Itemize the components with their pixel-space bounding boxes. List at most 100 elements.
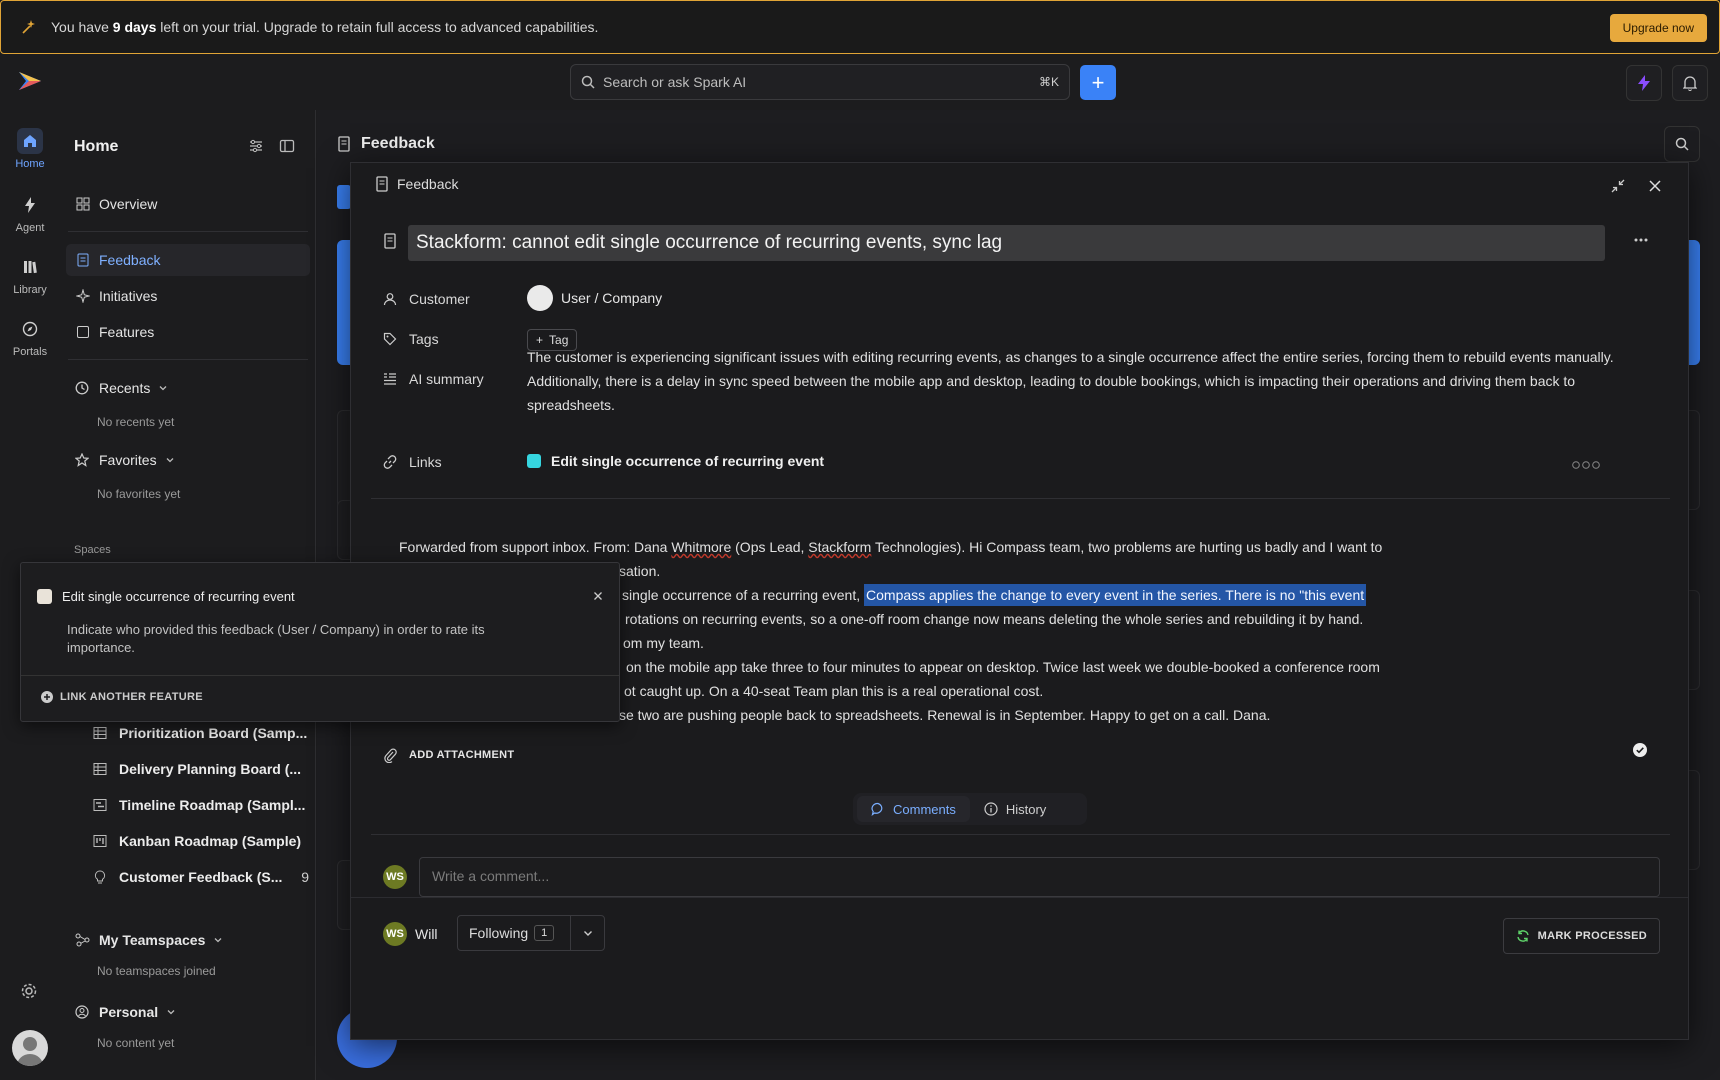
lightning-icon — [1638, 75, 1650, 91]
space-item[interactable]: Delivery Planning Board (... — [93, 756, 313, 782]
main-search-button[interactable] — [1664, 126, 1700, 162]
bolt-icon — [17, 192, 43, 218]
link-status-icon[interactable] — [1572, 460, 1602, 470]
app-logo[interactable] — [17, 70, 43, 92]
sidebar-item-feedback[interactable]: Feedback — [66, 244, 310, 276]
tags-label: Tags — [383, 331, 439, 347]
rail-library[interactable]: Library — [0, 254, 60, 296]
linked-feature-popover: Edit single occurrence of recurring even… — [20, 562, 620, 722]
tab-comments[interactable]: Comments — [857, 796, 970, 822]
check-circle-icon[interactable] — [1633, 743, 1647, 757]
comment-icon — [871, 802, 885, 816]
grid-icon — [75, 197, 91, 211]
space-item[interactable]: Customer Feedback (S... 9 — [93, 864, 313, 890]
plus-circle-icon — [41, 691, 53, 703]
mark-processed-button[interactable]: MARK PROCESSED — [1502, 918, 1660, 954]
following-button[interactable]: Following 1 — [457, 915, 605, 951]
feedback-body-line: sation. — [619, 563, 661, 579]
close-icon[interactable] — [1648, 179, 1662, 193]
bulb-icon — [93, 870, 109, 884]
favorites-empty: No favorites yet — [97, 487, 181, 501]
space-item[interactable]: Kanban Roadmap (Sample) — [93, 828, 313, 854]
library-icon — [17, 254, 43, 280]
sidebar-item-features[interactable]: Features — [66, 316, 310, 348]
clock-icon — [75, 381, 91, 395]
popover-description: Indicate who provided this feedback (Use… — [67, 622, 485, 655]
home-icon — [17, 128, 43, 154]
filter-icon[interactable] — [248, 138, 264, 154]
popover-title: Edit single occurrence of recurring even… — [37, 589, 295, 604]
document-icon — [337, 136, 351, 152]
bell-icon — [1683, 76, 1697, 91]
rail-home[interactable]: Home — [0, 128, 60, 170]
list-icon — [383, 372, 399, 386]
customer-avatar — [527, 285, 553, 311]
paperclip-icon — [383, 747, 397, 763]
sparkle-icon — [21, 19, 37, 35]
minimize-icon[interactable] — [1611, 179, 1625, 193]
link-another-feature-button[interactable]: LINK ANOTHER FEATURE — [41, 691, 203, 703]
search-shortcut: ⌘K — [1038, 75, 1059, 89]
square-icon — [75, 325, 91, 339]
tab-history[interactable]: History — [970, 796, 1060, 822]
feedback-body-line: ot caught up. On a 40-seat Team plan thi… — [624, 683, 1044, 699]
document-icon — [75, 253, 91, 267]
settings-icon[interactable] — [20, 982, 38, 1000]
table-icon — [93, 726, 109, 740]
document-icon — [383, 233, 397, 249]
sidebar-item-overview[interactable]: Overview — [66, 188, 310, 220]
upgrade-now-button[interactable]: Upgrade now — [1609, 14, 1707, 42]
search-input[interactable]: Search or ask Spark AI ⌘K — [570, 64, 1070, 100]
spaces-label: Spaces — [74, 544, 111, 556]
user-avatar[interactable] — [12, 1030, 48, 1066]
teamspaces-section[interactable]: My Teamspaces — [75, 932, 223, 948]
personal-empty: No content yet — [97, 1036, 175, 1050]
modal-header: Feedback — [375, 176, 458, 192]
recents-section[interactable]: Recents — [75, 380, 168, 396]
customer-select[interactable]: User / Company — [527, 285, 662, 311]
teamspaces-icon — [75, 933, 91, 947]
chevron-down-icon — [213, 935, 223, 945]
table-icon — [93, 762, 109, 776]
trial-banner: You have 9 days left on your trial. Upgr… — [0, 0, 1720, 54]
divider — [371, 834, 1670, 835]
feedback-body-line: rotations on recurring events, so a one-… — [625, 611, 1364, 627]
close-icon[interactable] — [593, 591, 603, 601]
feedback-title-input[interactable]: Stackform: cannot edit single occurrence… — [408, 225, 1605, 261]
create-button[interactable]: + — [1080, 65, 1116, 100]
sidebar-title: Home — [74, 138, 119, 155]
favorites-section[interactable]: Favorites — [75, 452, 175, 468]
more-options-icon[interactable] — [1633, 237, 1649, 243]
chevron-down-icon — [166, 1007, 176, 1017]
feature-color-icon — [527, 454, 541, 468]
comment-input[interactable]: Write a comment... — [419, 857, 1660, 897]
feature-checkbox-icon — [37, 589, 52, 604]
notifications-button[interactable] — [1672, 65, 1708, 101]
ai-summary-text: The customer is experiencing significant… — [527, 349, 1614, 413]
search-icon — [581, 75, 595, 89]
divider — [68, 231, 308, 232]
collapse-sidebar-icon[interactable] — [279, 138, 295, 154]
space-item[interactable]: Prioritization Board (Samp... — [93, 720, 313, 746]
refresh-icon — [1516, 929, 1530, 943]
personal-section[interactable]: Personal — [75, 1004, 176, 1020]
divider — [21, 675, 619, 676]
kanban-icon — [93, 834, 109, 848]
rail-portals[interactable]: Portals — [0, 316, 60, 358]
following-dropdown[interactable] — [570, 916, 604, 950]
sidebar-item-initiatives[interactable]: Initiatives — [66, 280, 310, 312]
feedback-body-line: Forwarded from support inbox. From: Dana… — [399, 539, 1383, 555]
spark-ai-button[interactable] — [1626, 65, 1662, 101]
chevron-down-icon — [158, 383, 168, 393]
current-user: WS Will — [383, 922, 438, 946]
links-label: Links — [383, 454, 442, 470]
feedback-body-line: om my team. — [623, 635, 704, 651]
feedback-body-line: se two are pushing people back to spread… — [619, 707, 1271, 723]
feedback-body-line: single occurrence of a recurring event, … — [622, 584, 1367, 606]
add-attachment-button[interactable]: ADD ATTACHMENT — [383, 747, 514, 763]
timeline-icon — [93, 798, 109, 812]
recents-empty: No recents yet — [97, 415, 175, 429]
rail-agent[interactable]: Agent — [0, 192, 60, 234]
space-item[interactable]: Timeline Roadmap (Sampl... — [93, 792, 313, 818]
linked-feature[interactable]: Edit single occurrence of recurring even… — [527, 453, 824, 469]
